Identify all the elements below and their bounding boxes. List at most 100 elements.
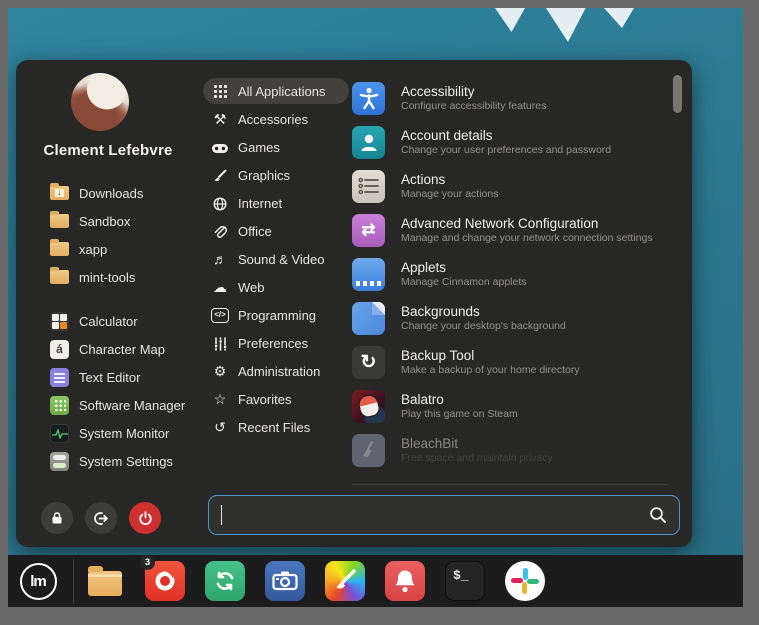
place-mint-tools[interactable]: mint-tools — [50, 264, 200, 290]
globe-icon — [211, 195, 229, 210]
sync-launcher[interactable] — [205, 561, 245, 601]
logout-button[interactable] — [85, 502, 117, 534]
recent-icon: ↺ — [211, 420, 229, 434]
star-icon: ☆ — [211, 392, 229, 406]
calculator-icon — [50, 312, 69, 331]
category-games[interactable]: Games — [203, 134, 349, 160]
network-arrows-icon: ⇄ — [352, 214, 385, 247]
bleachbit-icon — [352, 434, 385, 467]
wallpaper-icon — [352, 302, 385, 335]
notifications-launcher[interactable] — [385, 561, 425, 601]
gear-icon: ⚙ — [211, 364, 229, 378]
category-all-applications[interactable]: All Applications — [203, 78, 349, 104]
category-administration[interactable]: ⚙ Administration — [203, 358, 349, 384]
text-cursor — [221, 505, 222, 525]
system-monitor-icon — [50, 424, 69, 443]
search-input[interactable] — [224, 507, 649, 523]
applets-icon — [352, 258, 385, 291]
drawing-launcher[interactable] — [325, 561, 365, 601]
logout-icon — [94, 511, 109, 526]
cinnamon-menu: Clement Lefebvre Downloads Sandbox xapp … — [16, 60, 692, 547]
software-manager-icon — [50, 396, 69, 415]
folder-icon — [88, 571, 122, 596]
grid-icon — [211, 84, 229, 99]
gamepad-icon — [211, 140, 229, 154]
screenshot-launcher[interactable] — [265, 561, 305, 601]
place-downloads[interactable]: Downloads — [50, 180, 200, 206]
app-balatro[interactable]: Balatro Play this game on Steam — [352, 386, 668, 426]
folder-icon — [50, 270, 69, 284]
terminal-launcher[interactable]: $_ — [445, 561, 485, 601]
place-sandbox[interactable]: Sandbox — [50, 208, 200, 234]
folder-icon — [50, 214, 69, 228]
category-graphics[interactable]: Graphics — [203, 162, 349, 188]
lock-icon — [50, 511, 64, 525]
category-web[interactable]: ☁ Web — [203, 274, 349, 300]
category-internet[interactable]: Internet — [203, 190, 349, 216]
search-icon — [649, 506, 667, 524]
backup-icon: ↻ — [352, 346, 385, 379]
character-map-icon: á — [50, 340, 69, 359]
panel: lm 3 — [8, 555, 743, 607]
desktop[interactable]: Clement Lefebvre Downloads Sandbox xapp … — [8, 8, 743, 607]
power-icon — [138, 511, 153, 526]
system-settings-icon — [50, 452, 69, 471]
panel-separator — [73, 559, 74, 603]
code-icon: </> — [211, 308, 229, 323]
terminal-icon: $_ — [445, 561, 485, 601]
app-bleachbit[interactable]: BleachBit Free space and maintain privac… — [352, 430, 668, 470]
sidebar-item-character-map[interactable]: á Character Map — [50, 336, 200, 362]
text-editor-icon — [50, 368, 69, 387]
sidebar-item-text-editor[interactable]: Text Editor — [50, 364, 200, 390]
category-accessories[interactable]: ⚒ Accessories — [203, 106, 349, 132]
sidebar-item-software-manager[interactable]: Software Manager — [50, 392, 200, 418]
cloud-icon: ☁ — [211, 280, 229, 294]
user-avatar[interactable] — [71, 73, 129, 131]
app-backup-tool[interactable]: ↻ Backup Tool Make a backup of your home… — [352, 342, 668, 382]
accessibility-icon — [352, 82, 385, 115]
sliders-icon — [211, 335, 229, 350]
media-icon: ♬ — [211, 252, 229, 266]
search-bar[interactable] — [208, 495, 680, 535]
list-divider — [352, 484, 668, 485]
app-account-details[interactable]: Account details Change your user prefere… — [352, 122, 668, 162]
wallpaper-mountain — [604, 8, 634, 28]
category-programming[interactable]: </> Programming — [203, 302, 349, 328]
app-applets[interactable]: Applets Manage Cinnamon applets — [352, 254, 668, 294]
user-name: Clement Lefebvre — [16, 142, 200, 159]
paperclip-icon — [211, 223, 229, 238]
place-xapp[interactable]: xapp — [50, 236, 200, 262]
power-button[interactable] — [129, 502, 161, 534]
bell-icon — [385, 561, 425, 601]
wallpaper-mountain — [495, 8, 525, 32]
mint-logo-icon: lm — [20, 563, 57, 600]
user-icon — [352, 126, 385, 159]
category-favorites[interactable]: ☆ Favorites — [203, 386, 349, 412]
sidebar-item-system-settings[interactable]: System Settings — [50, 448, 200, 474]
brush-icon — [211, 167, 229, 182]
sidebar-item-system-monitor[interactable]: System Monitor — [50, 420, 200, 446]
slack-launcher[interactable] — [505, 561, 545, 601]
files-launcher[interactable] — [85, 561, 125, 601]
list-icon — [352, 170, 385, 203]
sync-icon — [205, 561, 245, 601]
screenshot-frame: Clement Lefebvre Downloads Sandbox xapp … — [0, 0, 759, 625]
category-office[interactable]: Office — [203, 218, 349, 244]
app-accessibility[interactable]: Accessibility Configure accessibility fe… — [352, 78, 668, 118]
firefox-launcher[interactable]: 3 — [145, 561, 185, 601]
notification-badge: 3 — [140, 555, 155, 570]
sidebar-item-calculator[interactable]: Calculator — [50, 308, 200, 334]
scrollbar-thumb[interactable] — [673, 75, 682, 113]
category-recent-files[interactable]: ↺ Recent Files — [203, 414, 349, 440]
tools-icon: ⚒ — [211, 112, 229, 126]
app-advanced-network-configuration[interactable]: ⇄ Advanced Network Configuration Manage … — [352, 210, 668, 250]
app-actions[interactable]: Actions Manage your actions — [352, 166, 668, 206]
folder-icon — [50, 242, 69, 256]
lock-button[interactable] — [41, 502, 73, 534]
category-sound-video[interactable]: ♬ Sound & Video — [203, 246, 349, 272]
wallpaper-mountain — [546, 8, 590, 42]
category-preferences[interactable]: Preferences — [203, 330, 349, 356]
downloads-folder-icon — [50, 186, 69, 200]
menu-button[interactable]: lm — [18, 561, 58, 601]
app-backgrounds[interactable]: Backgrounds Change your desktop's backgr… — [352, 298, 668, 338]
